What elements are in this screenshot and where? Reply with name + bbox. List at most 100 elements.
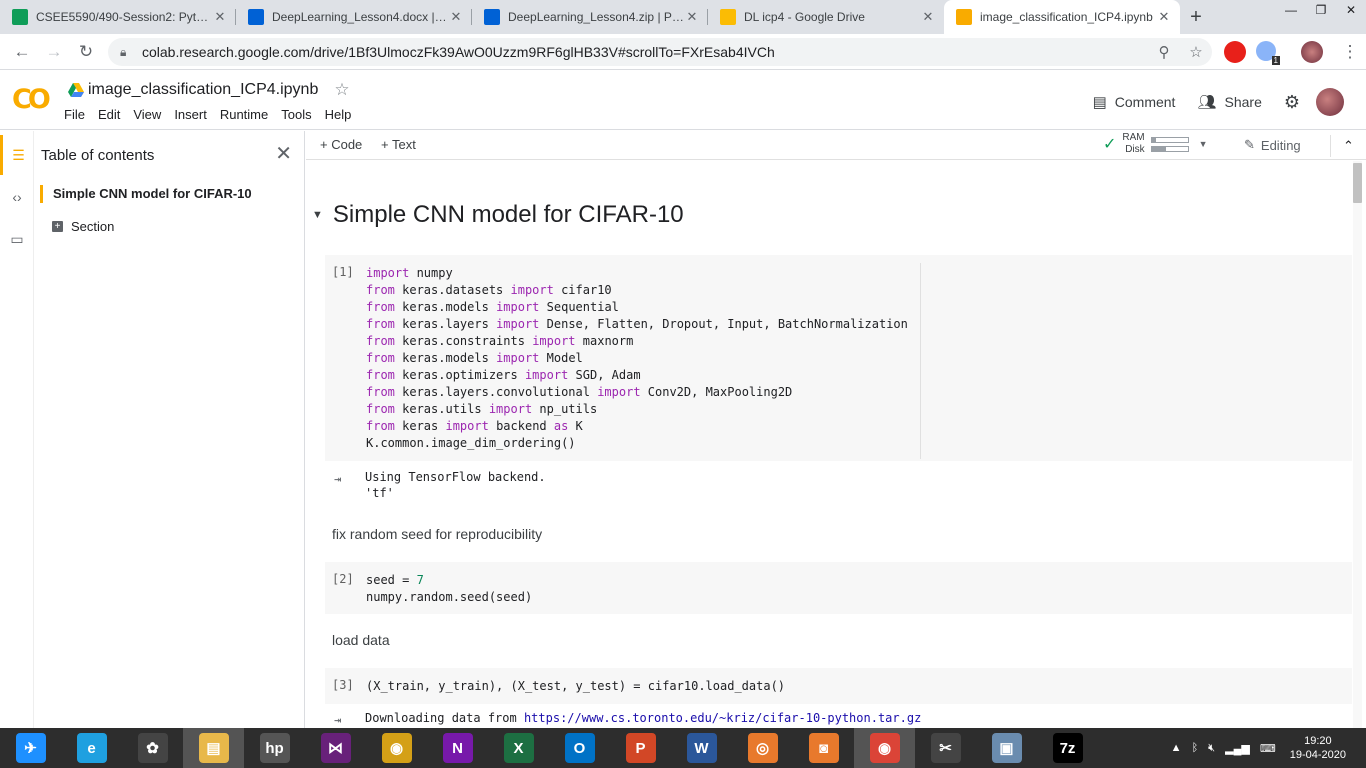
taskbar-app[interactable]: ◎	[732, 728, 793, 768]
add-text-button[interactable]: + Text	[381, 137, 416, 152]
menu-item-view[interactable]: View	[133, 107, 161, 122]
collapse-triangle-icon[interactable]: ▼	[312, 209, 323, 221]
browser-tab[interactable]: image_classification_ICP4.ipynb ✕	[944, 0, 1180, 34]
text-cell-load-data[interactable]: load data	[332, 632, 390, 648]
collapse-header-button[interactable]: ⌃	[1330, 135, 1354, 157]
close-icon[interactable]: ✕	[275, 141, 292, 166]
translate-extension-icon[interactable]: 1	[1256, 41, 1280, 65]
chevron-down-icon[interactable]: ▼	[1199, 139, 1208, 149]
taskbar-app[interactable]: ✂	[915, 728, 976, 768]
reload-button[interactable]: ↻	[70, 42, 102, 62]
menu-item-runtime[interactable]: Runtime	[220, 107, 268, 122]
dataset-link[interactable]: https://www.cs.toronto.edu/~kriz/cifar-1…	[524, 711, 921, 725]
taskbar-app[interactable]: N	[427, 728, 488, 768]
close-icon[interactable]: ✕	[448, 9, 464, 25]
text-cell-seed[interactable]: fix random seed for reproducibility	[332, 526, 542, 542]
toc-item-heading[interactable]: Simple CNN model for CIFAR-10	[40, 185, 252, 203]
taskbar-app[interactable]: e	[61, 728, 122, 768]
taskbar-app[interactable]: 7z	[1037, 728, 1098, 768]
adblock-extension-icon[interactable]	[1224, 41, 1246, 63]
resource-indicator[interactable]: ✓ RAM Disk ▼	[1103, 132, 1208, 156]
minimize-button[interactable]: —	[1276, 0, 1306, 22]
browser-tab[interactable]: DeepLearning_Lesson4.zip | Pow ✕	[472, 0, 708, 34]
browser-tab-bar: CSEE5590/490-Session2: Python ✕ DeepLearni…	[0, 0, 1366, 34]
expand-icon[interactable]: +	[52, 221, 63, 232]
url-text[interactable]: colab.research.google.com/drive/1Bf3Ulmo…	[142, 44, 1148, 60]
volume-muted-icon[interactable]: 🔇︎	[1208, 742, 1215, 755]
code-line: K.common.image_dim_ordering()	[366, 436, 576, 450]
taskbar-app[interactable]: hp	[244, 728, 305, 768]
taskbar-app[interactable]: ▤	[183, 728, 244, 768]
taskbar-app[interactable]: ▣	[976, 728, 1037, 768]
taskbar-app[interactable]: X	[488, 728, 549, 768]
forward-button[interactable]: →	[38, 42, 70, 62]
bluetooth-icon[interactable]: ᛒ	[1192, 742, 1199, 754]
code-cell-2[interactable]: [2] seed = 7 numpy.random.seed(seed)	[325, 562, 1352, 614]
keyboard-icon[interactable]: ⌨	[1260, 742, 1276, 755]
toc-item-section[interactable]: + Section	[52, 219, 114, 234]
scrollbar-thumb[interactable]	[1353, 163, 1362, 203]
side-rail: ☰ ‹› ▭	[0, 131, 34, 728]
notebook-title[interactable]: image_classification_ICP4.ipynb	[88, 81, 318, 99]
chrome-menu-button[interactable]: ⋮	[1334, 42, 1366, 62]
taskbar-app[interactable]: ✿	[122, 728, 183, 768]
editing-mode-button[interactable]: ✎ Editing	[1244, 137, 1301, 153]
browser-tab[interactable]: DL icp4 - Google Drive ✕	[708, 0, 944, 34]
taskbar-app[interactable]: ◉	[854, 728, 915, 768]
menu-item-edit[interactable]: Edit	[98, 107, 120, 122]
menu-item-help[interactable]: Help	[325, 107, 352, 122]
folder-icon[interactable]: ▭	[0, 219, 34, 259]
browser-tab[interactable]: DeepLearning_Lesson4.docx | Po ✕	[236, 0, 472, 34]
toc-icon[interactable]: ☰	[0, 135, 34, 175]
close-window-button[interactable]: ✕	[1336, 0, 1366, 22]
taskbar-app[interactable]: O	[549, 728, 610, 768]
new-tab-button[interactable]: +	[1180, 0, 1212, 34]
comment-button[interactable]: ▤ Comment	[1093, 93, 1176, 111]
share-button[interactable]: 👥︎ Share	[1197, 93, 1261, 111]
profile-avatar[interactable]	[1301, 41, 1323, 63]
taskbar-app[interactable]: ◙	[793, 728, 854, 768]
settings-button[interactable]: ⚙	[1284, 92, 1300, 113]
code-content[interactable]: import numpy from keras.datasets import c…	[366, 265, 908, 452]
taskbar-app[interactable]: ◉	[366, 728, 427, 768]
close-icon[interactable]: ✕	[212, 9, 228, 25]
photo-viewer-icon: ▣	[991, 733, 1022, 763]
pencil-icon: ✎	[1244, 137, 1255, 152]
code-content[interactable]: seed = 7 numpy.random.seed(seed)	[366, 572, 532, 606]
zoom-icon[interactable]: ⚲	[1148, 43, 1180, 61]
scrollbar[interactable]	[1353, 161, 1362, 728]
restore-button[interactable]: ❐	[1306, 0, 1336, 22]
star-icon[interactable]: ☆	[334, 80, 349, 100]
close-icon[interactable]: ✕	[684, 9, 700, 25]
comment-icon: ▤	[1092, 94, 1107, 111]
close-icon[interactable]: ✕	[920, 9, 936, 25]
signal-icon[interactable]: ▂▄▆	[1225, 742, 1250, 755]
heading-text: Simple CNN model for CIFAR-10	[332, 201, 684, 228]
box-icon	[484, 9, 500, 25]
output-icon: ⇥	[334, 472, 342, 486]
menu-item-tools[interactable]: Tools	[281, 107, 311, 122]
7zip-icon: 7z	[1052, 733, 1083, 763]
clock[interactable]: 19:20 19-04-2020	[1290, 734, 1346, 762]
back-button[interactable]: ←	[6, 42, 38, 62]
add-code-button[interactable]: + Code	[320, 137, 362, 152]
close-icon[interactable]: ✕	[1156, 9, 1172, 25]
code-cell-1[interactable]: [1] import numpy from keras.datasets impo…	[325, 255, 1352, 461]
photos-icon: ◎	[747, 733, 778, 763]
code-content[interactable]: (X_train, y_train), (X_test, y_test) = c…	[366, 678, 785, 695]
menu-item-insert[interactable]: Insert	[174, 107, 207, 122]
bookmark-star-icon[interactable]: ☆	[1180, 43, 1212, 61]
code-cell-3[interactable]: [3] (X_train, y_train), (X_test, y_test)…	[325, 668, 1352, 704]
taskbar-app[interactable]: W	[671, 728, 732, 768]
code-snippets-icon[interactable]: ‹›	[0, 177, 34, 217]
avatar[interactable]	[1316, 88, 1344, 116]
omnibox[interactable]: 🔒︎ colab.research.google.com/drive/1Bf3U…	[108, 38, 1212, 66]
browser-tab[interactable]: CSEE5590/490-Session2: Python ✕	[0, 0, 236, 34]
colab-logo[interactable]: CO	[12, 84, 51, 115]
taskbar-app[interactable]: ⋈	[305, 728, 366, 768]
taskbar-app[interactable]: P	[610, 728, 671, 768]
chevron-up-icon[interactable]: ▲	[1171, 742, 1182, 754]
code-line: from keras.constraints import maxnorm	[366, 334, 634, 348]
taskbar-app[interactable]: ✈	[0, 728, 61, 768]
menu-item-file[interactable]: File	[64, 107, 85, 122]
